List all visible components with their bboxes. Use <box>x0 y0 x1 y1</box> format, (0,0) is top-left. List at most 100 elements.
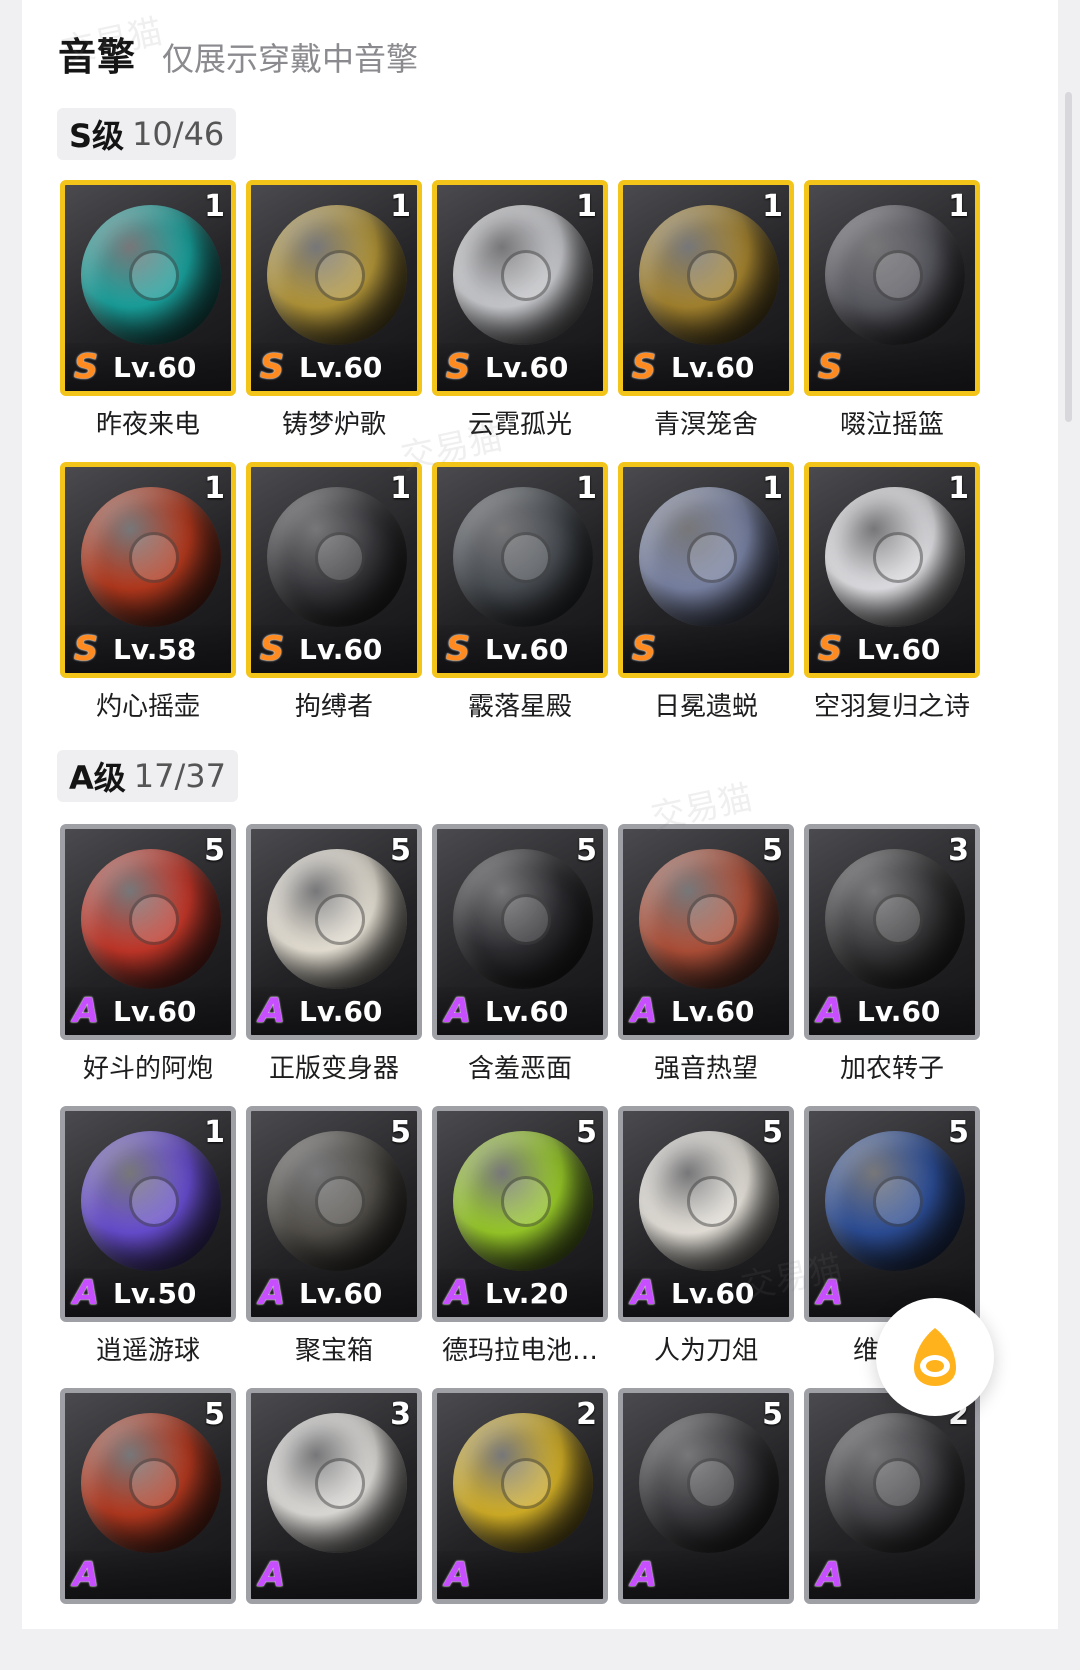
w-engine-item[interactable]: 5 A Lv.60 聚宝箱 <box>246 1106 422 1388</box>
w-engine-item[interactable]: 5 A Lv.60 正版变身器 <box>246 824 422 1106</box>
level-bar: S Lv.58 <box>65 625 231 673</box>
rank-icon: A <box>72 1555 100 1595</box>
level-bar: A <box>65 1551 231 1599</box>
w-engine-card[interactable]: 1 S Lv.60 <box>432 462 608 678</box>
w-engine-art-icon <box>453 1413 593 1553</box>
w-engine-card[interactable]: 1S <box>804 180 980 396</box>
rank-icon: A <box>816 1555 844 1595</box>
w-engine-card[interactable]: 5A <box>618 1388 794 1604</box>
w-engine-item[interactable]: 1 S 日冕遗蜕 <box>618 462 794 744</box>
refinement-count: 5 <box>762 1397 783 1432</box>
level-label: Lv.60 <box>485 632 569 666</box>
w-engine-item[interactable]: 5 A Lv.60 含羞恶面 <box>432 824 608 1106</box>
w-engine-card[interactable]: 1 S Lv.60 <box>804 462 980 678</box>
w-engine-art-icon <box>639 205 779 345</box>
w-engine-item[interactable]: 2A <box>804 1388 980 1670</box>
w-engine-card[interactable]: 5 A Lv.60 <box>246 824 422 1040</box>
level-bar: S <box>809 343 975 391</box>
w-engine-item[interactable]: 1 S Lv.60 空羽复归之诗 <box>804 462 980 744</box>
rank-icon: A <box>258 991 286 1031</box>
w-engine-item[interactable]: 1 S Lv.60 青溟笼舍 <box>618 180 794 462</box>
w-engine-card[interactable]: 5 A Lv.60 <box>246 1106 422 1322</box>
w-engine-name: 拘缚者 <box>294 692 373 722</box>
refinement-count: 1 <box>204 471 225 506</box>
w-engine-card[interactable]: 1 S Lv.58 <box>60 462 236 678</box>
w-engine-card[interactable]: 1 S Lv.60 <box>432 180 608 396</box>
level-bar: A Lv.60 <box>623 1269 789 1317</box>
rank-icon: A <box>444 1555 472 1595</box>
refinement-count: 3 <box>390 1397 411 1432</box>
w-engine-name: 云霓孤光 <box>467 410 572 440</box>
w-engine-card[interactable]: 5 A Lv.60 <box>432 824 608 1040</box>
mascot-icon <box>914 1328 956 1386</box>
w-engine-card[interactable]: 3A <box>246 1388 422 1604</box>
w-engine-item[interactable]: 1 S Lv.58 灼心摇壶 <box>60 462 236 744</box>
w-engine-card[interactable]: 5 A Lv.60 <box>60 824 236 1040</box>
w-engine-item[interactable]: 5 A Lv.20 德玛拉电池… <box>432 1106 608 1388</box>
w-engine-item[interactable]: 5A <box>618 1388 794 1670</box>
w-engine-art-icon <box>825 1131 965 1271</box>
w-engine-card[interactable]: 1 S Lv.60 <box>60 180 236 396</box>
level-label: Lv.60 <box>113 350 197 384</box>
a-rank-label: A级 <box>69 759 126 797</box>
w-engine-art-icon <box>267 205 407 345</box>
refinement-count: 1 <box>948 189 969 224</box>
w-engine-art-icon <box>639 1131 779 1271</box>
w-engine-item[interactable]: 1 A Lv.50 逍遥游球 <box>60 1106 236 1388</box>
refinement-count: 5 <box>204 833 225 868</box>
w-engine-art-icon <box>639 487 779 627</box>
w-engine-card[interactable]: 1 S Lv.60 <box>246 462 422 678</box>
scrollbar[interactable] <box>1065 92 1072 422</box>
w-engine-card[interactable]: 2A <box>804 1388 980 1604</box>
w-engine-card[interactable]: 5A <box>60 1388 236 1604</box>
level-label: Lv.60 <box>671 994 755 1028</box>
w-engine-card[interactable]: 3 A Lv.60 <box>804 824 980 1040</box>
level-label: Lv.60 <box>113 994 197 1028</box>
level-label: Lv.60 <box>857 632 941 666</box>
w-engine-item[interactable]: 3 A Lv.60 加农转子 <box>804 824 980 1106</box>
w-engine-item[interactable]: 1 S 啜泣摇篮 <box>804 180 980 462</box>
w-engine-name: 霰落星殿 <box>467 692 572 722</box>
w-engine-art-icon <box>267 849 407 989</box>
rank-icon: A <box>816 1273 844 1313</box>
rank-icon: S <box>73 629 99 669</box>
w-engine-item[interactable]: 3A <box>246 1388 422 1670</box>
w-engine-item[interactable]: 1 S Lv.60 铸梦炉歌 <box>246 180 422 462</box>
level-bar: S Lv.60 <box>437 343 603 391</box>
w-engine-card[interactable]: 1S <box>618 462 794 678</box>
w-engine-card[interactable]: 5 A Lv.60 <box>618 1106 794 1322</box>
w-engine-card[interactable]: 2A <box>432 1388 608 1604</box>
w-engine-art-icon <box>453 205 593 345</box>
w-engine-name: 正版变身器 <box>268 1054 399 1084</box>
w-engine-item[interactable]: 5 A Lv.60 强音热望 <box>618 824 794 1106</box>
w-engine-item[interactable]: 1 S Lv.60 云霓孤光 <box>432 180 608 462</box>
w-engine-name: 人为刀俎 <box>653 1336 758 1366</box>
w-engine-item[interactable]: 2A <box>432 1388 608 1670</box>
refinement-count: 1 <box>576 471 597 506</box>
level-bar: S <box>623 625 789 673</box>
w-engine-card[interactable]: 5A <box>804 1106 980 1322</box>
w-engine-card[interactable]: 5 A Lv.60 <box>618 824 794 1040</box>
rank-icon: S <box>259 629 285 669</box>
w-engine-card[interactable]: 1 A Lv.50 <box>60 1106 236 1322</box>
w-engine-item[interactable]: 1 S Lv.60 拘缚者 <box>246 462 422 744</box>
w-engine-card[interactable]: 1 S Lv.60 <box>246 180 422 396</box>
level-label: Lv.20 <box>485 1276 569 1310</box>
w-engine-item[interactable]: 5 A Lv.60 人为刀俎 <box>618 1106 794 1388</box>
w-engine-art-icon <box>453 849 593 989</box>
level-bar: S Lv.60 <box>623 343 789 391</box>
w-engine-art-icon <box>267 1413 407 1553</box>
rank-icon: S <box>259 347 285 387</box>
w-engine-item[interactable]: 5A <box>60 1388 236 1670</box>
rank-icon: A <box>258 1273 286 1313</box>
rank-icon: A <box>72 1273 100 1313</box>
w-engine-name: 青溟笼舍 <box>653 410 758 440</box>
floating-assistant-button[interactable] <box>876 1298 994 1416</box>
level-bar: S Lv.60 <box>251 625 417 673</box>
w-engine-item[interactable]: 5 A Lv.60 好斗的阿炮 <box>60 824 236 1106</box>
w-engine-item[interactable]: 1 S Lv.60 昨夜来电 <box>60 180 236 462</box>
rank-icon: A <box>258 1555 286 1595</box>
w-engine-card[interactable]: 1 S Lv.60 <box>618 180 794 396</box>
w-engine-card[interactable]: 5 A Lv.20 <box>432 1106 608 1322</box>
w-engine-item[interactable]: 1 S Lv.60 霰落星殿 <box>432 462 608 744</box>
